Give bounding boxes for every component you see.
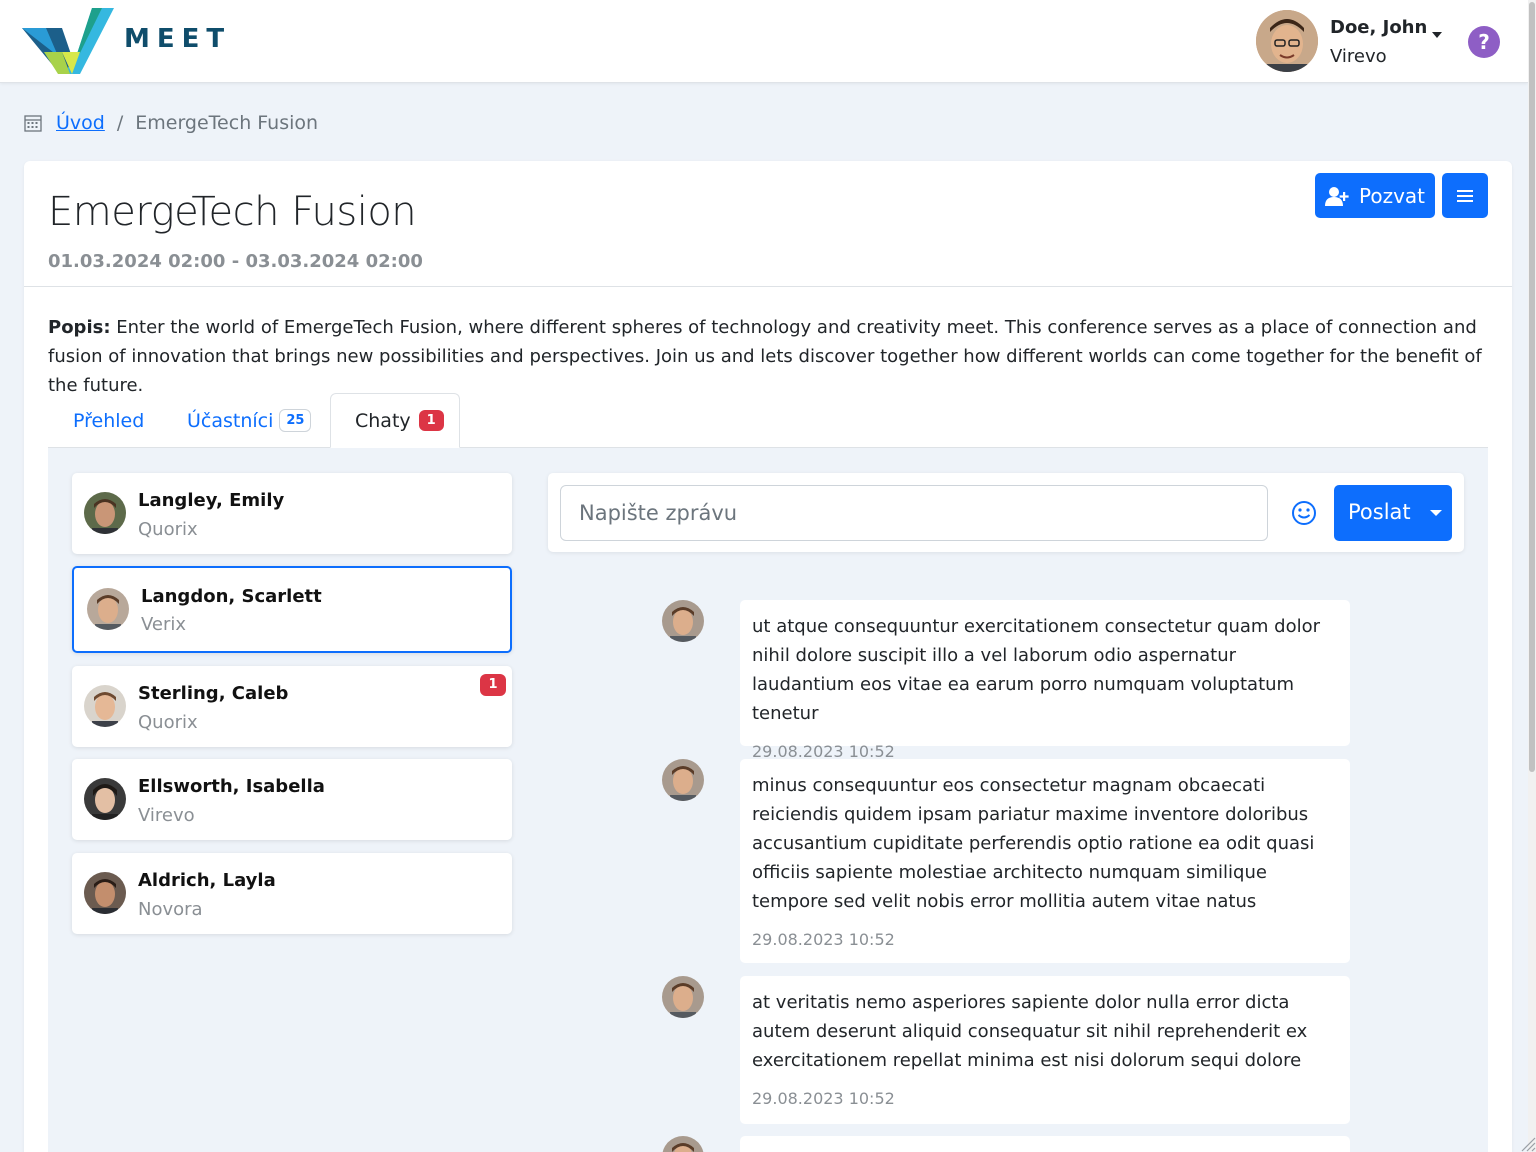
event-dates: 01.03.2024 02:00 - 03.03.2024 02:00 (48, 251, 423, 272)
breadcrumb-separator: / (116, 112, 124, 134)
avatar (84, 492, 126, 534)
invite-button[interactable]: Pozvat (1315, 173, 1435, 218)
card-divider (24, 286, 1512, 287)
event-card: EmergeTech Fusion 01.03.2024 02:00 - 03.… (24, 161, 1512, 1152)
tab-participants[interactable]: Účastníci 25 (187, 393, 312, 448)
add-user-icon (1324, 186, 1349, 206)
avatar (84, 778, 126, 820)
tab-chats[interactable]: Chaty 1 (330, 393, 460, 448)
contact-organization: Novora (138, 899, 203, 920)
unread-badge: 1 (480, 674, 506, 696)
top-navbar: MEET Doe, John Virevo ? (0, 0, 1528, 83)
breadcrumb: Úvod / EmergeTech Fusion (24, 110, 318, 136)
emoji-icon[interactable] (1290, 499, 1318, 527)
contact-organization: Quorix (138, 712, 198, 733)
chat-contact[interactable]: Ellsworth, Isabella Virevo (72, 759, 512, 840)
message-text: minus consequuntur eos consectetur magna… (752, 775, 1315, 912)
logo-text: MEET (124, 24, 232, 54)
invite-button-label: Pozvat (1358, 183, 1425, 208)
logo-mark-icon (22, 8, 114, 74)
message-bubble (740, 1136, 1350, 1152)
send-button-label: Poslat (1348, 500, 1411, 524)
chevron-down-icon[interactable] (1432, 32, 1442, 38)
avatar (84, 872, 126, 914)
description-label: Popis: (48, 317, 111, 338)
participants-count-badge: 25 (279, 409, 312, 432)
breadcrumb-current: EmergeTech Fusion (135, 112, 319, 134)
contact-organization: Quorix (138, 519, 198, 540)
message-bubble: minus consequuntur eos consectetur magna… (740, 759, 1350, 963)
hamburger-icon (1457, 189, 1473, 202)
message-timestamp: 29.08.2023 10:52 (752, 930, 895, 949)
contact-name: Langley, Emily (138, 490, 285, 511)
contact-name: Aldrich, Layla (138, 870, 276, 891)
tab-overview[interactable]: Přehled (73, 393, 144, 448)
contact-name: Ellsworth, Isabella (138, 776, 325, 797)
tab-chats-label: Chaty (355, 409, 411, 432)
contact-organization: Verix (141, 614, 187, 635)
message-timestamp: 29.08.2023 10:52 (752, 1089, 895, 1108)
chat-contact[interactable]: Langley, Emily Quorix (72, 473, 512, 554)
calendar-icon (24, 115, 42, 132)
user-organization: Virevo (1330, 46, 1387, 67)
description-text: Enter the world of EmergeTech Fusion, wh… (48, 317, 1482, 396)
breadcrumb-home-link[interactable]: Úvod (56, 112, 105, 134)
menu-button[interactable] (1442, 173, 1488, 218)
send-button[interactable]: Poslat (1334, 485, 1452, 541)
user-menu[interactable]: Doe, John Virevo (1256, 10, 1456, 72)
page-scrollbar[interactable] (1528, 0, 1536, 1152)
user-name: Doe, John (1330, 17, 1428, 38)
tab-overview-label: Přehled (73, 409, 145, 432)
user-avatar (1256, 10, 1318, 72)
scrollbar-thumb[interactable] (1529, 2, 1535, 772)
event-description: Popis: Enter the world of EmergeTech Fus… (48, 313, 1488, 400)
page-title: EmergeTech Fusion (48, 189, 417, 235)
tab-bar: Přehled Účastníci 25 Chaty 1 (48, 393, 1488, 448)
avatar (662, 1136, 704, 1152)
message-composer: Poslat (548, 473, 1464, 552)
avatar (662, 600, 704, 642)
tab-participants-label: Účastníci (187, 409, 274, 432)
avatar (662, 759, 704, 801)
chat-panel: Langley, Emily Quorix Langdon, Scarlett … (48, 448, 1488, 1152)
chevron-down-icon[interactable] (1422, 485, 1452, 541)
chat-contact[interactable]: Sterling, Caleb Quorix 1 (72, 666, 512, 747)
chat-contact-selected[interactable]: Langdon, Scarlett Verix (72, 566, 512, 653)
avatar (662, 976, 704, 1018)
contact-name: Langdon, Scarlett (141, 586, 322, 607)
message-bubble: at veritatis nemo asperiores sapiente do… (740, 976, 1350, 1124)
contact-name: Sterling, Caleb (138, 683, 289, 704)
avatar (84, 685, 126, 727)
message-text: ut atque consequuntur exercitationem con… (752, 616, 1321, 724)
meet-logo[interactable]: MEET (22, 8, 224, 76)
help-icon[interactable]: ? (1468, 26, 1500, 58)
resize-grip-icon[interactable] (1516, 1132, 1536, 1152)
avatar (87, 588, 129, 630)
contact-organization: Virevo (138, 805, 195, 826)
chats-unread-badge: 1 (418, 410, 444, 431)
message-input[interactable] (560, 485, 1268, 541)
chat-contact[interactable]: Aldrich, Layla Novora (72, 853, 512, 934)
message-bubble: ut atque consequuntur exercitationem con… (740, 600, 1350, 761)
message-text: at veritatis nemo asperiores sapiente do… (752, 992, 1308, 1071)
